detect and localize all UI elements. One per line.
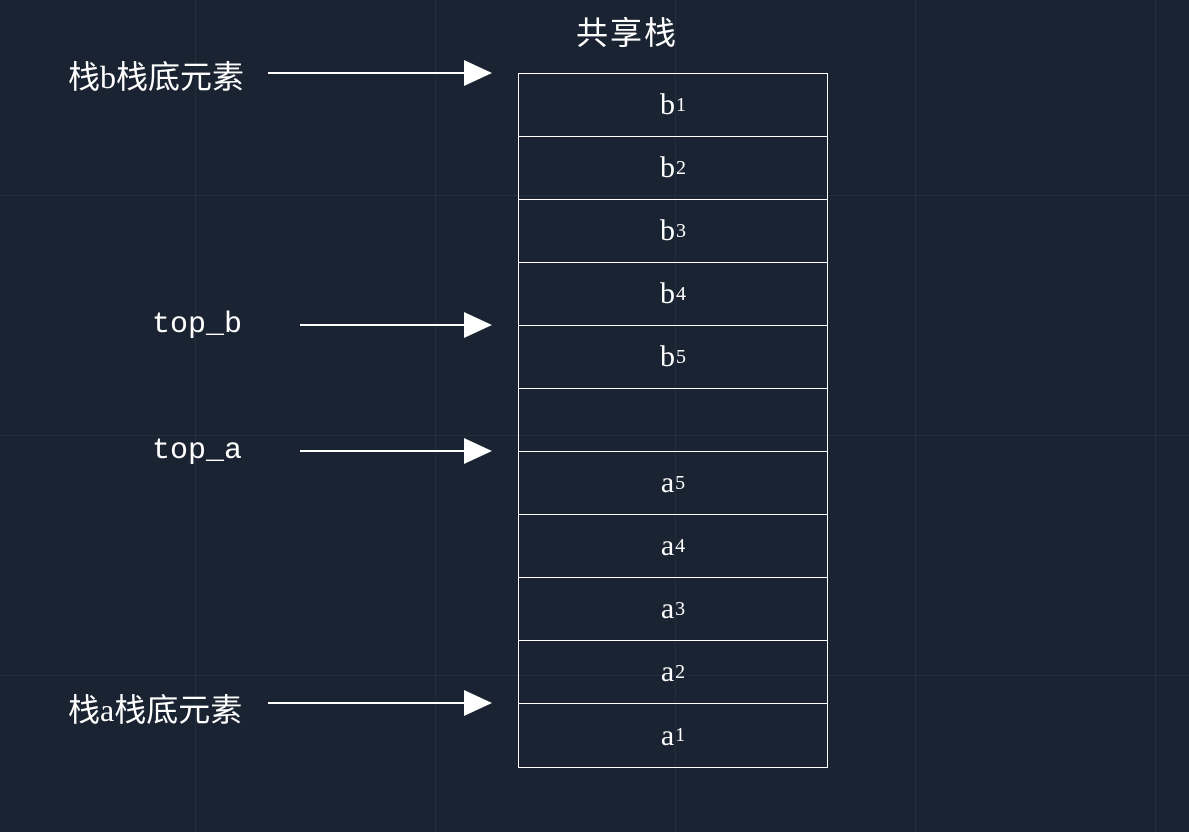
label-b-bottom: 栈b栈底元素 — [68, 52, 244, 98]
diagram-title: 共享栈 — [576, 8, 678, 54]
arrow-top-b — [300, 324, 490, 326]
cell-a1: a1 — [519, 704, 827, 767]
cell-a5: a5 — [519, 452, 827, 515]
cell-b1: b1 — [519, 74, 827, 137]
cell-empty — [519, 389, 827, 452]
label-top-a: top_a — [152, 434, 242, 468]
cell-a3: a3 — [519, 578, 827, 641]
cell-a2: a2 — [519, 641, 827, 704]
label-top-b: top_b — [152, 308, 242, 342]
cell-b2: b2 — [519, 137, 827, 200]
arrow-a-bottom — [268, 702, 490, 704]
label-a-bottom: 栈a栈底元素 — [68, 685, 242, 731]
cell-b5: b5 — [519, 326, 827, 389]
arrow-top-a — [300, 450, 490, 452]
cell-a4: a4 — [519, 515, 827, 578]
arrow-b-bottom — [268, 72, 490, 74]
shared-stack-table: b1 b2 b3 b4 b5 a5 a4 a3 a2 a1 — [518, 73, 828, 768]
cell-b4: b4 — [519, 263, 827, 326]
cell-b3: b3 — [519, 200, 827, 263]
